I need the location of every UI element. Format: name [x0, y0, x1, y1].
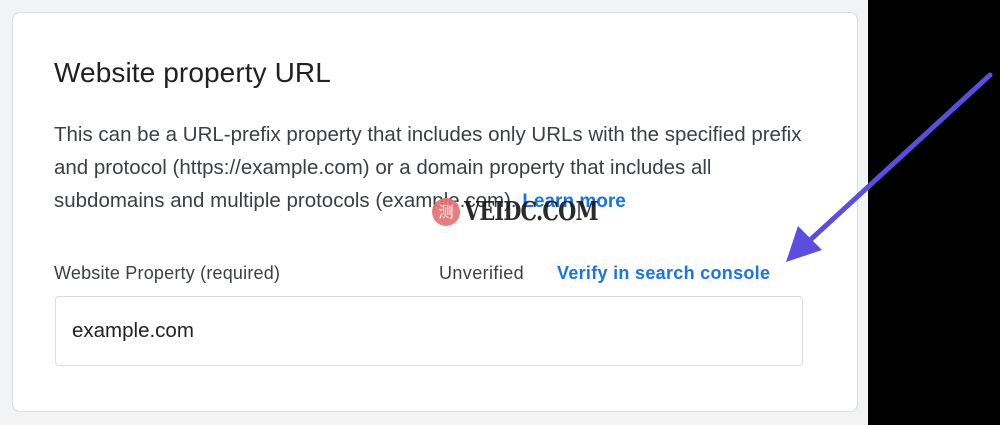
screenshot-stage: Website property URL This can be a URL-p… — [0, 0, 1000, 425]
verification-status: Unverified — [439, 263, 525, 283]
description-text: This can be a URL-prefix property that i… — [54, 123, 802, 212]
verify-in-search-console-link[interactable]: Verify in search console — [557, 263, 770, 284]
website-property-label: Website Property (required) — [54, 263, 281, 283]
card-title: Website property URL — [54, 57, 331, 88]
watermark-logo-icon: 测 — [432, 198, 460, 226]
watermark: 测 VEIDC.COM — [432, 197, 631, 227]
watermark-text: VEIDC.COM — [464, 197, 598, 227]
website-property-input[interactable] — [72, 297, 772, 365]
website-property-input-container[interactable] — [55, 296, 803, 366]
